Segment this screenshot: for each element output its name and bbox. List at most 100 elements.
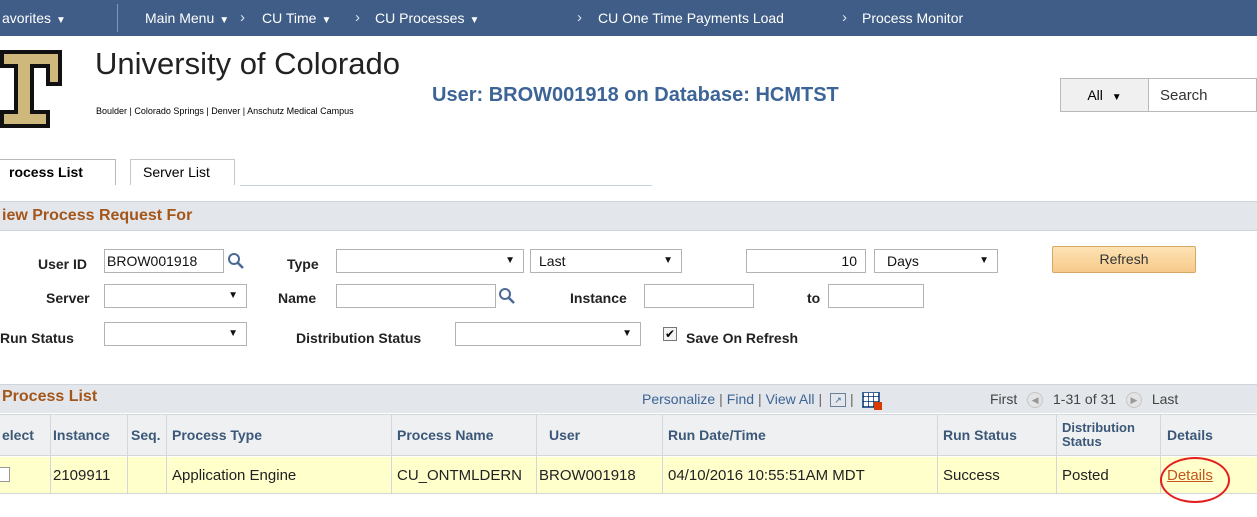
server-select[interactable]: ▼ [104,284,247,308]
find-link[interactable]: Find [727,391,754,407]
favorites-menu[interactable]: avorites ▼ [2,10,66,26]
breadcrumb-chevron-icon: › [577,9,582,26]
breadcrumb-cu-processes[interactable]: CU Processes ▼ [375,10,479,26]
chevron-down-icon: ▼ [321,15,332,26]
cell-run-datetime: 04/10/2016 10:55:51AM MDT [668,467,865,484]
col-instance[interactable]: Instance [53,414,110,456]
annotation-circle [1160,457,1230,503]
col-run-datetime[interactable]: Run Date/Time [668,414,766,456]
col-select: elect [2,427,34,443]
col-details: Details [1167,427,1213,443]
col-distribution-status[interactable]: Distribution Status [1062,414,1157,456]
type-select[interactable]: ▼ [336,249,524,273]
instance-label: Instance [570,290,627,306]
type-label: Type [287,256,319,272]
top-nav-bar: avorites ▼ Main Menu ▼ › CU Time ▼ › CU Pro… [0,0,1257,36]
col-process-name[interactable]: Process Name [397,414,494,456]
search-icon[interactable] [227,252,245,270]
view-all-link[interactable]: View All [766,391,815,407]
days-count-input[interactable]: 10 [746,249,866,273]
new-window-icon[interactable]: ↗ [829,393,846,408]
process-list-title: Process List [2,388,98,405]
days-unit-select[interactable]: Days ▼ [874,249,998,273]
col-run-status[interactable]: Run Status [943,414,1017,456]
breadcrumb-process-monitor[interactable]: Process Monitor [862,10,963,26]
distribution-status-label: Distribution Status [296,330,422,346]
request-section-title: iew Process Request For [2,207,193,224]
favorites-label: avorites [2,10,52,26]
next-icon[interactable]: ▶ [1125,392,1142,409]
global-search: All ▼ [1060,78,1257,112]
cell-process-type: Application Engine [172,467,297,484]
search-input[interactable] [1150,79,1256,111]
search-scope-label: All [1087,87,1103,103]
tab-underline [240,185,652,186]
first-link[interactable]: First [990,391,1017,407]
main-menu[interactable]: Main Menu ▼ [145,10,229,26]
instance-from-input[interactable] [644,284,754,308]
chevron-down-icon: ▼ [1111,92,1122,103]
refresh-button[interactable]: Refresh [1052,246,1196,273]
grid-toolbar: Personalize | Find | View All | ↗ | [642,391,882,411]
download-grid-icon[interactable] [861,392,882,411]
cell-distribution-status: Posted [1062,467,1109,484]
to-label: to [807,290,821,306]
tab-server-list-label: Server List [143,164,210,180]
row-select-checkbox[interactable] [0,467,10,482]
breadcrumb-chevron-icon: › [240,9,245,26]
chevron-down-icon: ▼ [56,15,66,26]
row-range: 1-31 of 31 [1053,391,1117,407]
user-id-input[interactable]: BROW001918 [104,249,224,273]
col-process-type[interactable]: Process Type [172,414,262,456]
tab-process-list[interactable]: rocess List [0,159,116,185]
tab-server-list[interactable]: Server List [130,159,235,185]
column-divider [1056,414,1057,494]
chevron-down-icon: ▼ [663,255,673,266]
export-badge [873,402,882,411]
col-seq[interactable]: Seq. [131,414,161,456]
breadcrumb-cu-time[interactable]: CU Time ▼ [262,10,331,26]
search-icon[interactable] [498,287,516,305]
user-database-label: User: BROW001918 on Database: HCMTST [432,84,839,106]
chevron-down-icon: ▼ [228,328,238,339]
breadcrumb-one-time-payments[interactable]: CU One Time Payments Load [598,10,784,26]
crumb-label: Process Monitor [862,10,964,26]
personalize-link[interactable]: Personalize [642,391,715,407]
chevron-down-icon: ▼ [979,255,989,266]
chevron-down-icon: ▼ [622,328,632,339]
instance-to-input[interactable] [828,284,924,308]
distribution-status-select[interactable]: ▼ [455,322,641,346]
last-select[interactable]: Last ▼ [530,249,682,273]
grid-pagination: First ◀ 1-31 of 31 ▶ Last [990,391,1178,409]
last-link[interactable]: Last [1152,391,1178,407]
chevron-down-icon: ▼ [228,290,238,301]
search-scope-dropdown[interactable]: All ▼ [1061,79,1149,111]
col-user[interactable]: User [549,414,580,456]
cu-logo [0,46,68,130]
request-section-header: iew Process Request For [0,201,1257,231]
days-unit-value: Days [887,253,919,269]
org-name: University of Colorado [95,46,400,81]
breadcrumb-chevron-icon: › [842,9,847,26]
column-divider [391,414,392,494]
save-on-refresh-label: Save On Refresh [686,330,799,346]
save-on-refresh-checkbox[interactable]: ✔ [663,327,677,341]
cell-run-status: Success [943,467,1000,484]
user-id-label: User ID [38,256,88,272]
previous-icon[interactable]: ◀ [1027,392,1044,409]
chevron-down-icon: ▼ [469,15,480,26]
run-status-select[interactable]: ▼ [104,322,247,346]
chevron-down-icon: ▼ [219,15,230,26]
chevron-down-icon: ▼ [505,255,515,266]
breadcrumb-chevron-icon: › [355,9,360,26]
crumb-label: CU One Time Payments Load [598,10,784,26]
campus-list: Boulder | Colorado Springs | Denver | An… [96,106,354,116]
run-status-label: Run Status [0,330,74,346]
column-divider [50,414,51,494]
last-select-value: Last [539,253,566,269]
name-label: Name [278,290,317,306]
crumb-label: CU Time [262,10,317,26]
server-label: Server [46,290,90,306]
name-input[interactable] [336,284,496,308]
column-divider [937,414,938,494]
